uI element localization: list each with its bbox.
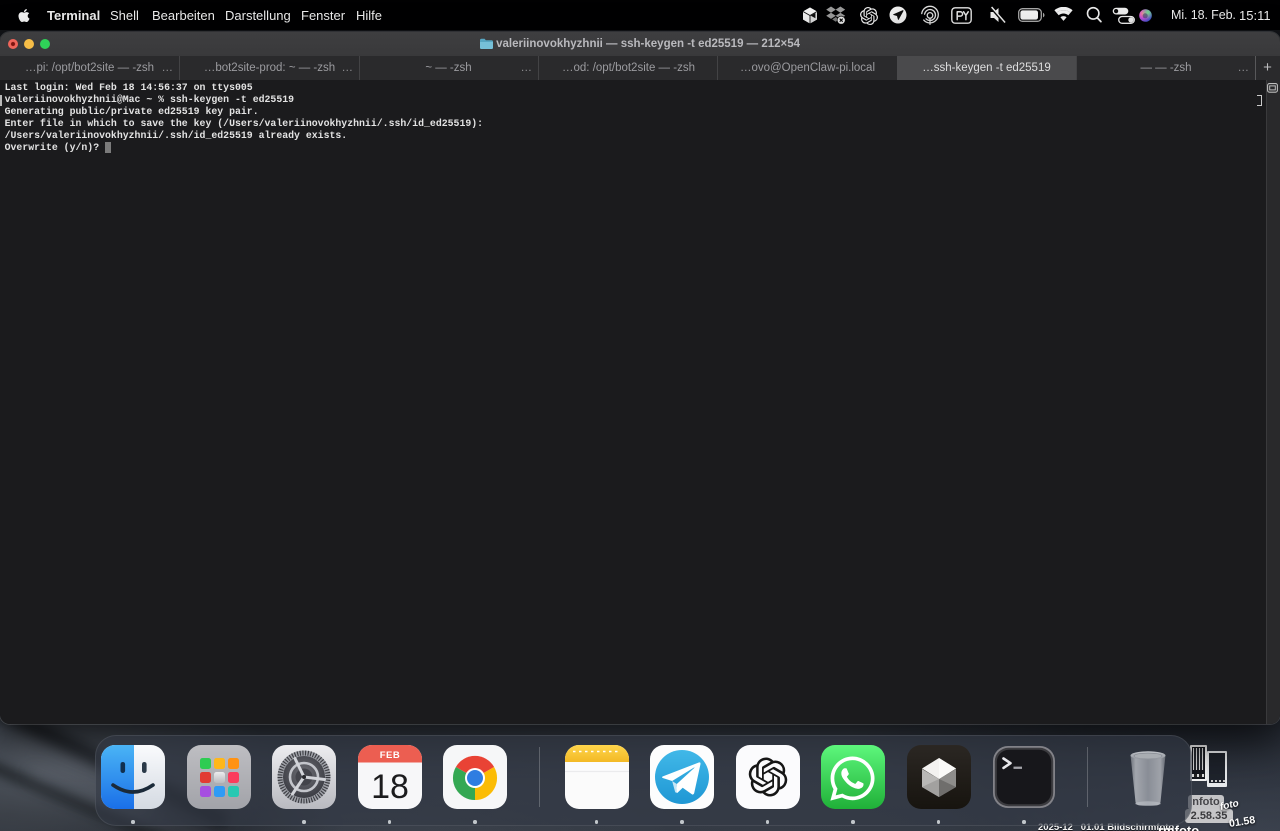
svg-text:18: 18 — [371, 768, 409, 806]
svg-text:FEB: FEB — [379, 750, 400, 761]
